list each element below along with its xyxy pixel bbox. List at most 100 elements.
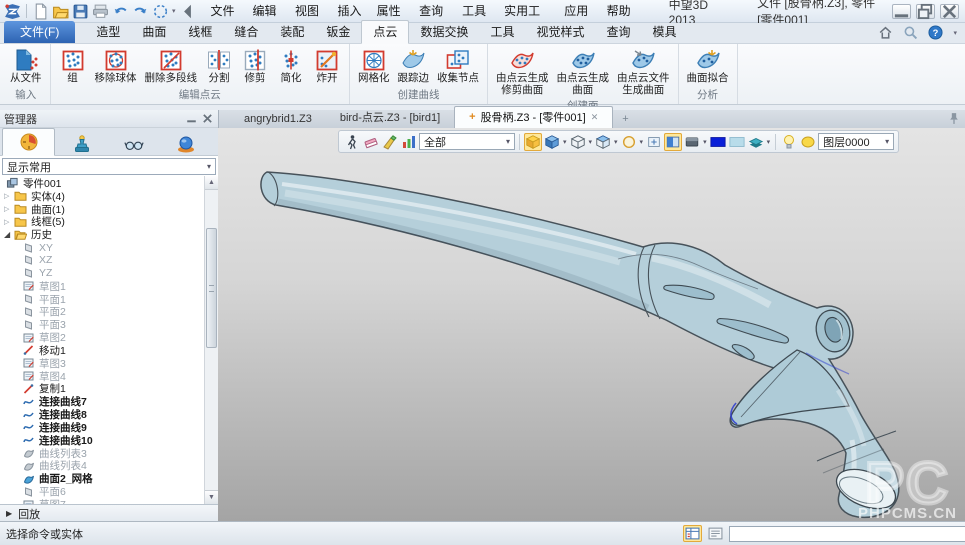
layer-select[interactable]: 图层0000▾ [818, 133, 894, 150]
manager-tab-assembly-tab[interactable] [56, 132, 107, 155]
tree-item-11[interactable]: 平面3 [0, 318, 218, 331]
ribbon-tab-6[interactable]: 钣金 [315, 21, 361, 43]
ribbon-tab-1[interactable]: 造型 [85, 21, 131, 43]
ribbon-tab-11[interactable]: 查询 [595, 21, 641, 43]
menu-item-0[interactable]: 文件(F) [204, 0, 246, 22]
color-swatch-blue-button[interactable] [709, 133, 727, 151]
quick-access-new-file-icon[interactable] [32, 3, 49, 20]
search-icon[interactable] [903, 25, 918, 40]
quick-access-print-icon[interactable] [92, 3, 109, 20]
eraser-button[interactable] [362, 133, 380, 151]
menu-item-5[interactable]: 查询(N) [412, 0, 455, 22]
bulb-button[interactable] [780, 133, 798, 151]
wireframe-cube-button[interactable] [569, 133, 587, 151]
close-button[interactable] [940, 4, 959, 19]
quick-access-selection-filter-icon[interactable] [152, 3, 169, 20]
ribbon-button-2-0[interactable]: 网格化 [355, 46, 393, 86]
ribbon-tab-12[interactable]: 模具 [642, 21, 688, 43]
chevron-down-icon[interactable]: ▾ [614, 138, 618, 146]
quick-access-redo-icon[interactable] [132, 3, 149, 20]
ribbon-tab-10[interactable]: 视觉样式 [525, 21, 595, 43]
list-format-button[interactable] [706, 525, 725, 542]
replay-section[interactable]: ▶ 回放 [0, 504, 218, 522]
tree-item-5[interactable]: XY [0, 241, 218, 254]
quick-access-open-file-icon[interactable] [52, 3, 69, 20]
menu-item-9[interactable]: 帮助(H) [600, 0, 643, 22]
ribbon-tab-4[interactable]: 缝合 [223, 21, 269, 43]
panel-minimize-icon[interactable] [185, 113, 198, 124]
teal-shade-button[interactable] [747, 133, 765, 151]
ribbon-tab-0[interactable]: 文件(F) [4, 21, 75, 43]
tree-item-22[interactable]: 曲线列表4 [0, 460, 218, 473]
menu-item-3[interactable]: 插入(I) [331, 0, 370, 22]
half-shaded-cube-button[interactable] [594, 133, 612, 151]
tabbar-pin-icon[interactable] [948, 112, 960, 125]
tree-item-9[interactable]: 平面1 [0, 293, 218, 306]
tree-item-15[interactable]: 草图4 [0, 370, 218, 383]
tree-filter-select[interactable]: 显示常用 ▾ [2, 158, 216, 175]
restore-button[interactable] [916, 4, 935, 19]
shaded-cube-button[interactable] [543, 133, 561, 151]
scroll-up-icon[interactable]: ▲ [205, 176, 218, 190]
tree-item-13[interactable]: 移动1 [0, 344, 218, 357]
quick-access-undo-icon[interactable] [112, 3, 129, 20]
tree-item-18[interactable]: 连接曲线8 [0, 408, 218, 421]
help-dropdown-icon[interactable]: ▾ [953, 29, 957, 37]
zoom-window-button[interactable] [645, 133, 663, 151]
minimize-button[interactable] [892, 4, 911, 19]
menu-item-4[interactable]: 属性(A) [370, 0, 412, 22]
ribbon-button-4-0[interactable]: 曲面拟合 [684, 46, 732, 86]
menu-item-8[interactable]: 应用(P) [557, 0, 599, 22]
ribbon-button-2-2[interactable]: 收集节点 [434, 46, 482, 86]
tree-item-25[interactable]: 草图7 [0, 498, 218, 504]
tree-expand-icon[interactable]: ▷ [4, 205, 14, 213]
help-icon[interactable]: ? [928, 25, 943, 40]
layer-circle-button[interactable] [799, 133, 817, 151]
chevron-down-icon[interactable]: ▾ [640, 138, 644, 146]
panel-close-icon[interactable] [201, 113, 214, 124]
ribbon-button-3-2[interactable]: 由点云文件生成曲面 [614, 46, 673, 97]
doc-tab-1[interactable]: bird-点云.Z3 - [bird1] [326, 107, 454, 128]
ribbon-button-1-5[interactable]: 简化 [274, 46, 308, 86]
quick-access-dropdown-icon[interactable]: ▾ [172, 7, 176, 15]
tree-item-4[interactable]: ◢历史 [0, 228, 218, 241]
iso-view-button[interactable] [524, 133, 542, 151]
tree-item-8[interactable]: 草图1 [0, 280, 218, 293]
viewport-3d[interactable]: PC PHPCMS.CN [218, 128, 965, 522]
manager-tab-visibility-tab[interactable] [108, 132, 159, 155]
tree-item-6[interactable]: XZ [0, 254, 218, 267]
home-icon[interactable] [878, 25, 893, 40]
doc-tab-2[interactable]: +股骨柄.Z3 - [零件001]✕ [454, 106, 613, 128]
tree-collapse-icon[interactable]: ◢ [4, 230, 14, 239]
menu-item-7[interactable]: 实用工具(U) [497, 0, 557, 22]
tree-item-24[interactable]: 平面6 [0, 485, 218, 498]
menu-item-6[interactable]: 工具(T) [455, 0, 497, 22]
tree-item-17[interactable]: 连接曲线7 [0, 395, 218, 408]
ribbon-button-3-1[interactable]: 由点云生成曲面 [554, 46, 613, 97]
chevron-down-icon[interactable]: ▾ [703, 138, 707, 146]
doc-tab-3[interactable]: + [613, 111, 637, 128]
scroll-thumb[interactable] [206, 228, 217, 348]
tree-scrollbar[interactable]: ▲ ▼ [204, 176, 218, 504]
menu-item-2[interactable]: 视图(V) [288, 0, 330, 22]
menu-item-1[interactable]: 编辑(E) [246, 0, 288, 22]
tree-item-12[interactable]: 草图2 [0, 331, 218, 344]
ribbon-button-3-0[interactable]: 由点云生成修剪曲面 [493, 46, 552, 97]
chart-button[interactable] [400, 133, 418, 151]
tree-item-14[interactable]: 草图3 [0, 357, 218, 370]
tree-item-10[interactable]: 平面2 [0, 305, 218, 318]
manager-tab-history-tab[interactable] [2, 128, 55, 156]
ribbon-button-0-0[interactable]: 从文件 [7, 46, 45, 86]
ribbon-button-2-1[interactable]: 跟踪边 [395, 46, 433, 86]
collapse-toolbar-icon[interactable] [179, 3, 196, 20]
split-window-button[interactable] [664, 133, 682, 151]
color-swatch-lightblue-button[interactable] [728, 133, 746, 151]
tree-item-20[interactable]: 连接曲线10 [0, 434, 218, 447]
ribbon-button-1-3[interactable]: 分割 [202, 46, 236, 86]
tree-item-19[interactable]: 连接曲线9 [0, 421, 218, 434]
ribbon-button-1-2[interactable]: 删除多段线 [142, 46, 201, 86]
ribbon-tab-9[interactable]: 工具 [479, 21, 525, 43]
entity-filter-select[interactable]: 全部▾ [419, 133, 515, 150]
walkthrough-button[interactable] [343, 133, 361, 151]
quick-access-save-icon[interactable] [72, 3, 89, 20]
